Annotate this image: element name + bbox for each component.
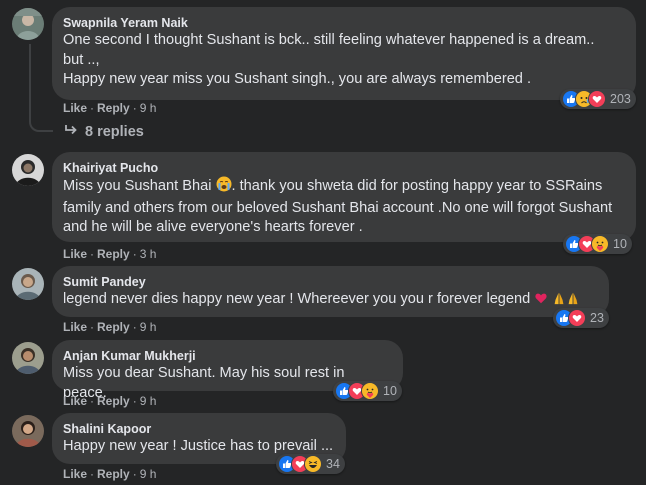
crying-face-icon	[216, 176, 232, 199]
reaction-count: 203	[610, 92, 631, 106]
reply-arrow-icon	[64, 124, 78, 140]
reaction-summary[interactable]: 203	[560, 89, 636, 109]
like-link[interactable]: Like	[63, 394, 87, 408]
reply-link[interactable]: Reply	[97, 247, 130, 261]
avatar[interactable]	[12, 415, 44, 447]
reaction-summary[interactable]: 10	[333, 381, 402, 401]
reaction-summary[interactable]: 34	[276, 454, 345, 474]
timestamp[interactable]: 3 h	[140, 247, 157, 261]
replies-label: 8 replies	[85, 124, 144, 140]
avatar[interactable]	[12, 342, 44, 374]
comment-text-part: legend never dies happy new year ! Where…	[63, 291, 535, 307]
comment-author[interactable]: Sumit Pandey	[63, 274, 597, 290]
comment-actions: Like · Reply · 3 h	[63, 247, 157, 261]
comment-bubble: Sumit Pandey legend never dies happy new…	[52, 266, 609, 317]
like-link[interactable]: Like	[63, 320, 87, 334]
comment-bubble: Swapnila Yeram Naik One second I thought…	[52, 7, 636, 100]
timestamp[interactable]: 9 h	[140, 101, 157, 115]
comment-author[interactable]: Shalini Kapoor	[63, 421, 334, 437]
timestamp[interactable]: 9 h	[140, 320, 157, 334]
avatar[interactable]	[12, 154, 44, 186]
view-replies-link[interactable]: 8 replies	[64, 124, 144, 140]
comment-actions: Like · Reply · 9 h	[63, 467, 157, 481]
like-link[interactable]: Like	[63, 101, 87, 115]
timestamp[interactable]: 9 h	[140, 394, 157, 408]
reaction-count: 23	[590, 311, 604, 325]
comment-actions: Like · Reply · 9 h	[63, 101, 157, 115]
reply-link[interactable]: Reply	[97, 101, 130, 115]
comment-author[interactable]: Khairiyat Pucho	[63, 160, 624, 176]
red-heart-icon	[534, 291, 548, 312]
timestamp[interactable]: 9 h	[140, 467, 157, 481]
care-icon	[591, 235, 609, 253]
comment-actions: Like · Reply · 9 h	[63, 394, 157, 408]
comments-section: Swapnila Yeram Naik One second I thought…	[0, 0, 646, 485]
like-link[interactable]: Like	[63, 247, 87, 261]
comment-text: Miss you Sushant Bhai . thank you shweta…	[63, 176, 624, 238]
avatar[interactable]	[12, 8, 44, 40]
comment-actions: Like · Reply · 9 h	[63, 320, 157, 334]
love-icon	[568, 309, 586, 327]
comment-author[interactable]: Swapnila Yeram Naik	[63, 15, 624, 31]
reaction-count: 10	[383, 384, 397, 398]
reply-link[interactable]: Reply	[97, 320, 130, 334]
like-link[interactable]: Like	[63, 467, 87, 481]
reaction-count: 34	[326, 457, 340, 471]
love-icon	[588, 90, 606, 108]
reaction-count: 10	[613, 237, 627, 251]
comment-author[interactable]: Anjan Kumar Mukherji	[63, 348, 391, 364]
comment-text-part: Miss you Sushant Bhai	[63, 178, 216, 194]
reaction-summary[interactable]: 10	[563, 234, 632, 254]
haha-icon	[304, 455, 322, 473]
comment-text: One second I thought Sushant is bck.. st…	[63, 32, 595, 87]
avatar[interactable]	[12, 268, 44, 300]
reaction-summary[interactable]: 23	[553, 308, 609, 328]
reply-link[interactable]: Reply	[97, 394, 130, 408]
comment-text: legend never dies happy new year ! Where…	[63, 290, 597, 312]
reply-thread-line	[29, 44, 53, 132]
reply-link[interactable]: Reply	[97, 467, 130, 481]
care-icon	[361, 382, 379, 400]
comment-bubble: Khairiyat Pucho Miss you Sushant Bhai . …	[52, 152, 636, 242]
